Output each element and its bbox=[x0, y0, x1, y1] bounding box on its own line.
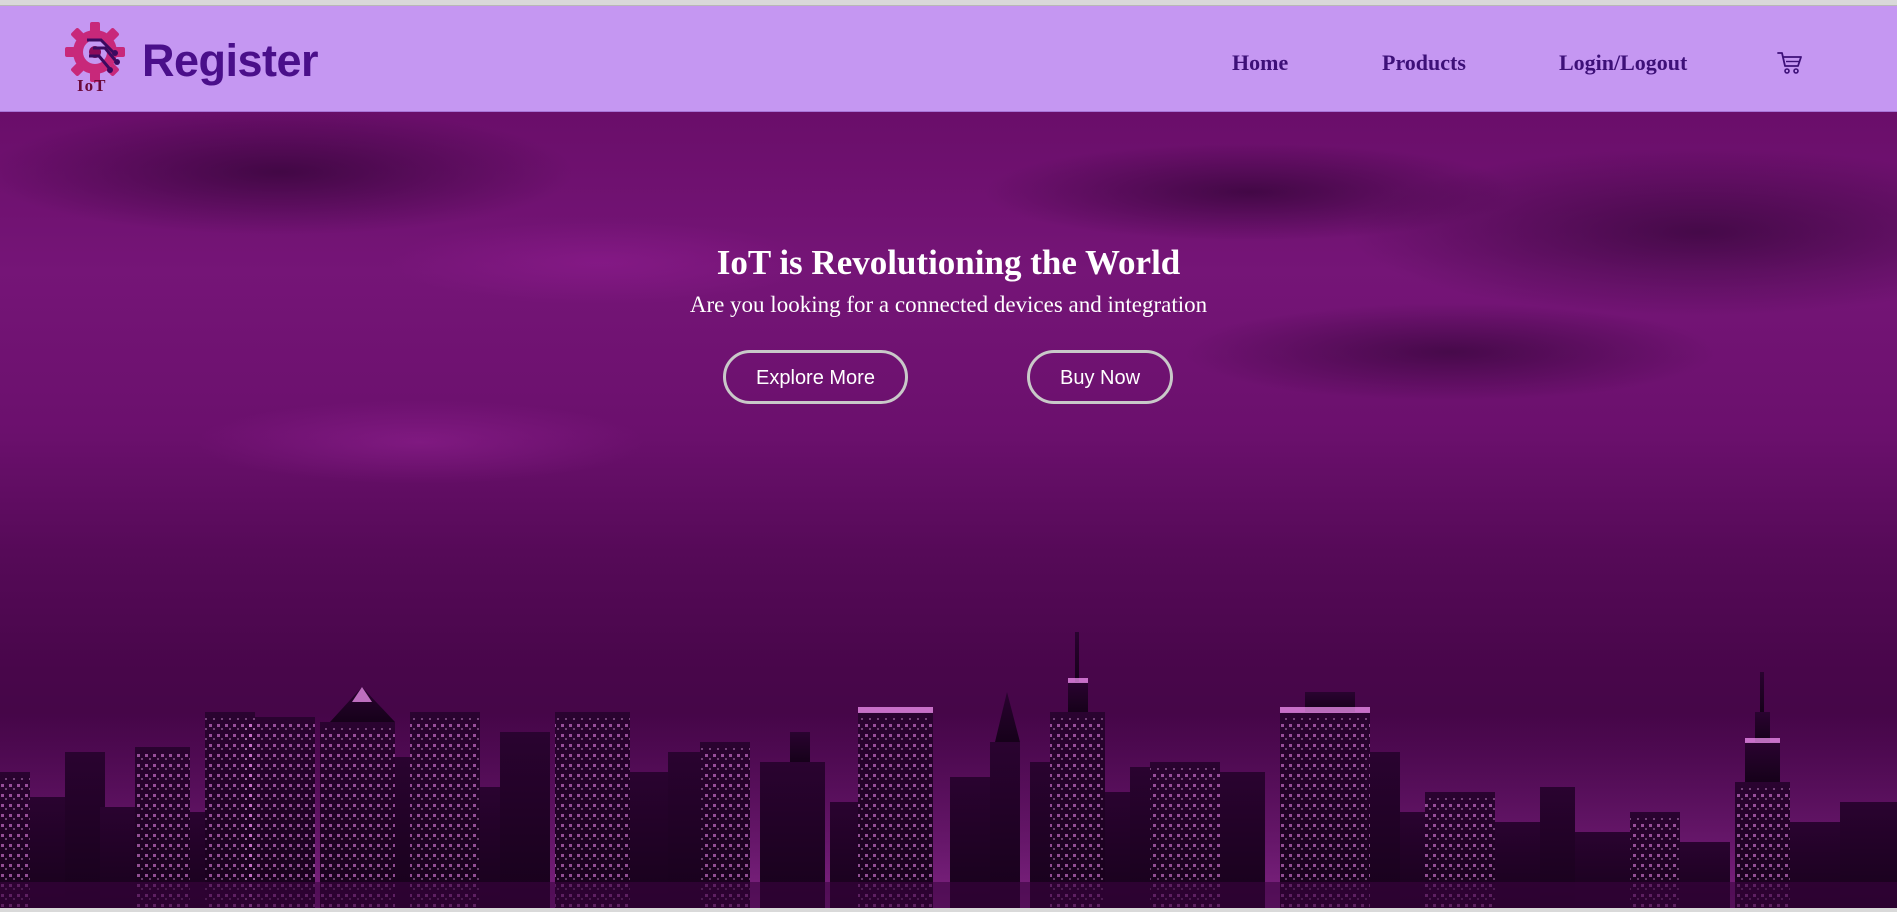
navbar: IoT Register Home Products Login/Logout bbox=[0, 6, 1897, 112]
explore-more-button[interactable]: Explore More bbox=[723, 350, 908, 404]
cart-icon[interactable] bbox=[1777, 50, 1803, 76]
nav-products-link[interactable]: Products bbox=[1382, 50, 1466, 76]
logo-text: IoT bbox=[77, 76, 107, 95]
hero-subtitle: Are you looking for a connected devices … bbox=[689, 292, 1208, 317]
nav-login-logout-link[interactable]: Login/Logout bbox=[1559, 50, 1687, 76]
brand-title[interactable]: Register bbox=[142, 36, 319, 86]
buy-now-button[interactable]: Buy Now bbox=[1027, 350, 1173, 404]
nav-home-link[interactable]: Home bbox=[1232, 50, 1288, 76]
hero-title: IoT is Revolutioning the World bbox=[716, 243, 1181, 283]
window-bottom-edge bbox=[0, 908, 1897, 912]
hero-section: IoT is Revolutioning the World Are you l… bbox=[0, 112, 1897, 912]
city-skyline-image bbox=[0, 632, 1897, 912]
